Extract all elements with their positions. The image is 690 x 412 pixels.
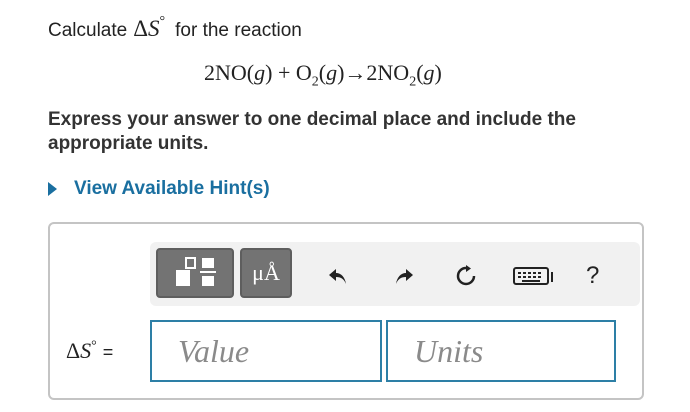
templates-button[interactable] [156,248,234,298]
reaction-arrow: → [344,60,367,85]
undo-icon[interactable] [326,264,350,288]
reactant2-phase: g [326,60,338,85]
reactant2: O [295,60,312,85]
answer-degree-glyph: ° [91,338,97,354]
product-phase: g [423,60,435,85]
question-prefix: Calculate [48,20,128,41]
value-input[interactable] [150,320,382,382]
math-toolbar: μÅ ? [150,242,640,306]
keyboard-icon[interactable] [512,264,556,288]
answer-panel: μÅ ? ΔS° = [48,222,644,400]
product-paren-close: ) [434,60,442,85]
help-icon[interactable]: ? [586,262,599,290]
product-paren-open: ( [416,60,424,85]
hint-link-label: View Available Hint(s) [74,178,270,199]
reactant1-phase: g [254,60,266,85]
answer-row: ΔS° = [66,320,616,382]
degree-glyph: ° [159,14,166,30]
answer-label: ΔS° = [66,338,146,364]
answer-delta-glyph: Δ [66,338,81,363]
product: 2NO [366,60,410,85]
units-input[interactable] [386,320,616,382]
question-text: Calculate ΔS° for the reaction [48,14,302,42]
equals-sign: = [102,342,114,362]
expand-triangle-icon [48,182,57,196]
reactant2-paren-open: ( [318,60,327,85]
units-button[interactable]: μÅ [240,248,292,298]
delta-s-symbol: ΔS° [133,14,166,42]
delta-glyph: Δ [133,16,149,41]
redo-icon[interactable] [392,264,416,288]
templates-icon [176,257,216,286]
plus-sign: + [277,60,291,85]
question-suffix: for the reaction [175,20,302,41]
units-icon: μÅ [252,260,280,285]
view-hints-link[interactable]: View Available Hint(s) [48,178,270,200]
s-glyph: S [148,16,160,41]
reactant1-close: ) [265,60,273,85]
instruction-text: Express your answer to one decimal place… [48,109,576,154]
answer-s-glyph: S [80,338,92,363]
reactant1: 2NO( [204,60,255,85]
reaction-equation: 2NO(g) + O2(g)→2NO2(g) [204,60,442,90]
reset-icon[interactable] [454,264,478,288]
reactant2-subscript: 2 [311,74,319,90]
